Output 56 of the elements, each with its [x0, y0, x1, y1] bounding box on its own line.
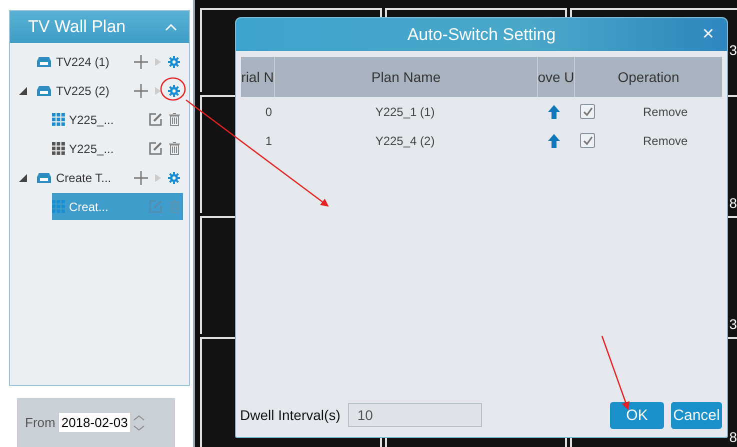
collapse-caret-icon[interactable] — [165, 23, 177, 31]
table-cell-text: 0 — [264, 104, 273, 118]
dialog-button[interactable]: Cancel — [671, 402, 722, 428]
remove-link[interactable]: Remove — [643, 104, 688, 118]
close-button[interactable]: × — [699, 23, 717, 45]
play-triangle-icon[interactable] — [155, 86, 161, 94]
tree-label: Creat... — [69, 200, 108, 214]
plus-icon[interactable] — [134, 170, 148, 184]
column-header: rial N — [241, 57, 275, 97]
dialog-title: Auto-Switch Setting — [407, 24, 556, 44]
date-field[interactable]: 2018-02-03 — [59, 413, 130, 432]
settings-icon[interactable] — [168, 56, 180, 68]
remove-link[interactable]: Remove — [643, 134, 688, 148]
highlight-circle — [160, 77, 186, 101]
cell-label: 8 — [729, 195, 737, 213]
checkbox[interactable] — [580, 133, 595, 148]
tree-label: Y225_... — [69, 142, 114, 156]
tree-item[interactable]: TV224 (1) — [36, 48, 183, 75]
tree-label: Create T... — [56, 170, 112, 184]
table-cell-text: Y225_4 (2) — [374, 134, 436, 148]
move-up-arrow-icon[interactable] — [548, 134, 560, 148]
dwell-interval-label: Dwell Interval(s) — [240, 407, 340, 423]
panel-title: TV Wall Plan — [28, 17, 126, 37]
date-label: From — [25, 415, 56, 430]
column-header: Operation — [616, 68, 680, 87]
edit-icon[interactable] — [149, 142, 162, 155]
expanded-triangle-icon[interactable] — [19, 86, 27, 94]
tree-label: TV224 (1) — [56, 54, 110, 68]
move-up-arrow-icon[interactable] — [548, 104, 560, 118]
edit-icon[interactable] — [149, 113, 162, 126]
cell-label: 3 — [729, 316, 737, 334]
tree-item[interactable]: Y225_... — [52, 106, 183, 133]
table-cell-text: Y225_1 (1) — [374, 104, 436, 118]
settings-icon[interactable] — [168, 84, 180, 96]
checkbox[interactable] — [580, 104, 595, 119]
column-header: ove U — [538, 57, 575, 97]
expanded-triangle-icon[interactable] — [19, 174, 27, 182]
cell-label: 3 — [729, 42, 737, 60]
tree-item[interactable]: TV225 (2) — [36, 77, 183, 104]
plus-icon[interactable] — [134, 54, 148, 68]
dialog-button[interactable]: OK — [610, 402, 664, 428]
table-cell-text: 1 — [264, 134, 273, 148]
plus-icon[interactable] — [134, 84, 148, 98]
monitor-icon — [36, 84, 52, 96]
tree-label: TV225 (2) — [56, 84, 110, 98]
cell-label: 8 — [729, 429, 737, 447]
trash-icon[interactable] — [169, 113, 180, 126]
column-header: Plan Name — [275, 57, 538, 97]
monitor-icon — [36, 172, 52, 184]
trash-icon[interactable] — [169, 142, 180, 155]
tree-label: Y225_... — [69, 112, 114, 126]
tree-item[interactable]: Y225_... — [52, 135, 183, 162]
dwell-interval-field[interactable]: 10 — [348, 403, 482, 427]
tree-item[interactable]: Create T... — [36, 164, 183, 191]
monitor-icon — [36, 56, 52, 68]
settings-icon[interactable] — [168, 172, 180, 184]
